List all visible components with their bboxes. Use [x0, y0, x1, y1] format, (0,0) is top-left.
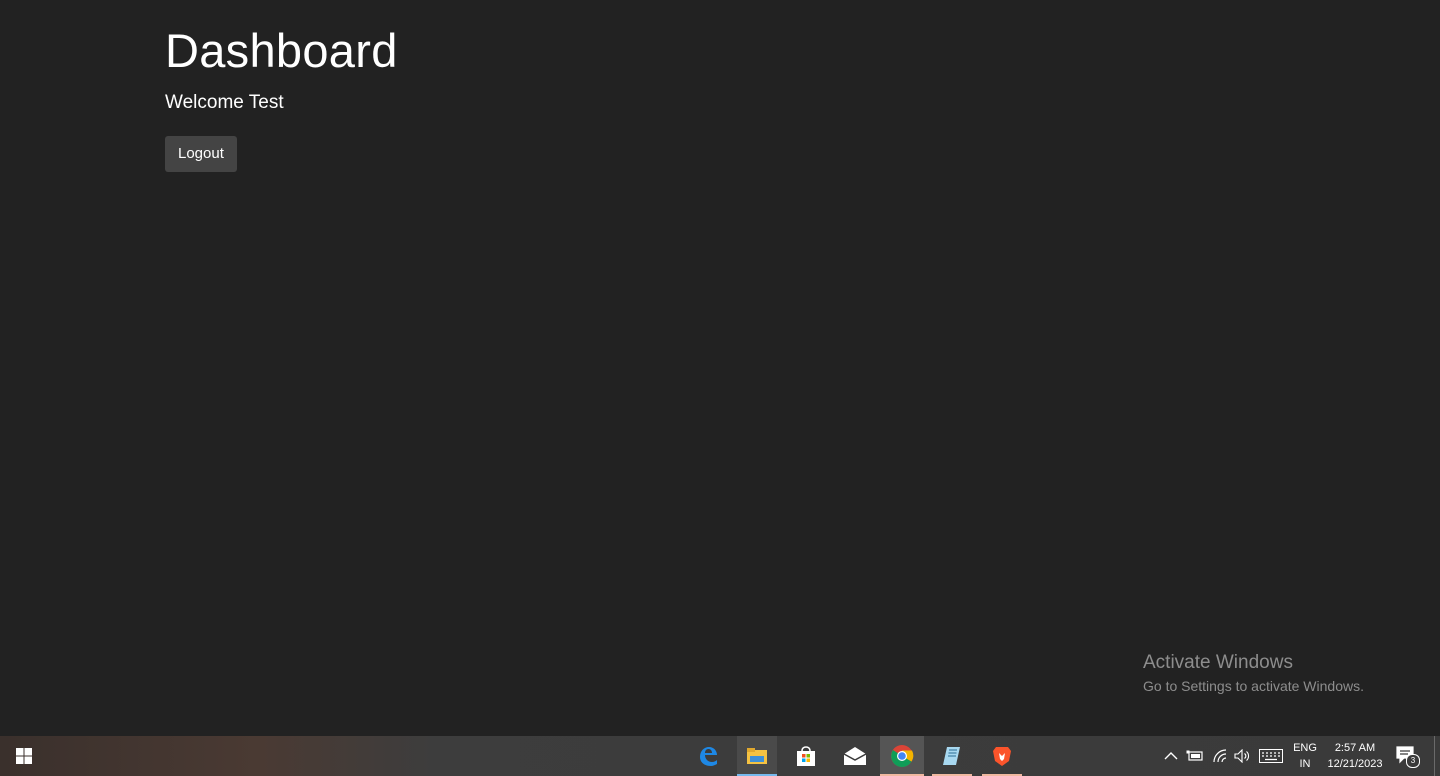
dashboard-content: Dashboard Welcome Test Logout	[165, 22, 398, 172]
touch-keyboard-button[interactable]	[1258, 746, 1284, 766]
page-title: Dashboard	[165, 24, 398, 77]
taskbar-store[interactable]	[786, 736, 826, 776]
welcome-message: Welcome Test	[165, 92, 284, 113]
windows-logo-icon	[16, 748, 32, 764]
store-icon	[797, 746, 815, 766]
brave-icon	[993, 747, 1011, 766]
mail-icon	[843, 747, 867, 765]
wifi-icon	[1213, 749, 1227, 763]
watermark-subtitle: Go to Settings to activate Windows.	[1143, 678, 1364, 694]
taskbar-brave[interactable]	[982, 736, 1022, 776]
taskbar-mail[interactable]	[835, 736, 875, 776]
taskbar-file-explorer[interactable]	[737, 736, 777, 776]
watermark-title: Activate Windows	[1143, 652, 1293, 673]
chevron-up-icon	[1164, 752, 1178, 760]
start-button[interactable]	[0, 736, 48, 776]
notepad-icon	[943, 747, 960, 765]
input-language-indicator[interactable]: ENG IN	[1290, 740, 1320, 772]
battery-icon	[1186, 750, 1203, 761]
volume-icon	[1234, 749, 1249, 763]
taskbar-chrome[interactable]	[880, 736, 924, 776]
keyboard-icon	[1259, 749, 1283, 763]
taskbar-edge[interactable]	[688, 736, 728, 776]
action-center-button[interactable]: 3	[1396, 744, 1420, 768]
network-tray-button[interactable]	[1210, 746, 1230, 766]
chrome-icon	[891, 745, 914, 767]
show-desktop-button[interactable]	[1434, 736, 1435, 776]
logout-button[interactable]: Logout	[165, 136, 237, 172]
clock-date: 12/21/2023	[1327, 758, 1383, 770]
taskbar: ENG IN 2:57 AM 12/21/2023 3	[0, 736, 1440, 776]
file-explorer-icon	[747, 748, 767, 764]
edge-icon	[700, 747, 717, 766]
clock[interactable]: 2:57 AM 12/21/2023	[1323, 740, 1387, 772]
browser-viewport: Dashboard Welcome Test Logout Activate W…	[0, 0, 1440, 736]
battery-tray-button[interactable]	[1185, 746, 1205, 766]
language-code: ENG	[1293, 742, 1317, 754]
clock-time: 2:57 AM	[1334, 742, 1376, 754]
notification-count-badge: 3	[1406, 754, 1420, 768]
volume-tray-button[interactable]	[1233, 746, 1253, 766]
taskbar-notepad[interactable]	[932, 736, 972, 776]
region-code: IN	[1299, 758, 1311, 770]
show-hidden-icons-button[interactable]	[1161, 746, 1181, 766]
activate-windows-watermark: Activate Windows Go to Settings to activ…	[1143, 652, 1364, 696]
